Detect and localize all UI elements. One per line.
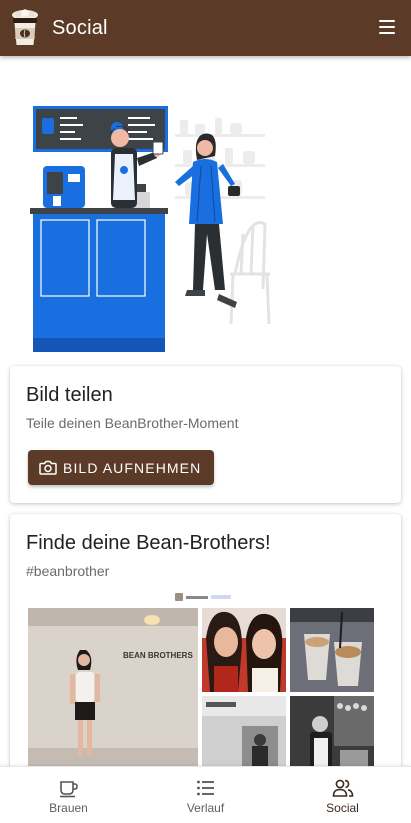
community-card-title: Finde deine Bean-Brothers!: [26, 532, 271, 554]
feed-avatar: [175, 593, 183, 601]
nav-item-social[interactable]: Social: [274, 767, 411, 823]
feed-photo-large[interactable]: BEAN BROTHERS: [28, 608, 198, 766]
camera-icon: [39, 460, 57, 475]
feed-photo-coffee[interactable]: [290, 608, 374, 692]
bottom-navigation: Brauen Verlauf Social: [0, 766, 411, 823]
coffee-cup-logo-icon: [12, 9, 38, 45]
feed-photo-barista[interactable]: [290, 696, 374, 766]
take-photo-button-label: BILD AUFNEHMEN: [63, 459, 202, 476]
nav-item-brauen[interactable]: Brauen: [0, 767, 137, 823]
wall-sign-text: BEAN BROTHERS: [123, 651, 193, 660]
community-card: Finde deine Bean-Brothers! #beanbrother …: [10, 514, 401, 766]
nav-label-social: Social: [326, 801, 359, 815]
feed-photo-monochrome[interactable]: [202, 696, 286, 766]
share-card-subtitle: Teile deinen BeanBrother-Moment: [26, 415, 239, 431]
nav-label-verlauf: Verlauf: [186, 801, 225, 815]
take-photo-button[interactable]: BILD AUFNEHMEN: [28, 450, 214, 485]
feed-photo-selfie[interactable]: [202, 608, 286, 692]
nav-label-brauen: Brauen: [49, 801, 88, 815]
nav-item-verlauf[interactable]: Verlauf: [137, 767, 274, 823]
share-photo-card: Bild teilen Teile deinen BeanBrother-Mom…: [10, 366, 401, 503]
community-hashtag: #beanbrother: [26, 563, 110, 579]
list-icon: [196, 780, 214, 796]
hamburger-menu-icon[interactable]: [379, 20, 395, 34]
people-icon: [332, 779, 353, 797]
instagram-feed-preview[interactable]: BEAN BROTHERS: [27, 588, 376, 766]
main-content: Bild teilen Teile deinen BeanBrother-Mom…: [0, 56, 411, 766]
barista-illustration: [30, 106, 271, 352]
feed-username-placeholder: [186, 595, 208, 599]
coffee-cup-icon: [59, 781, 78, 798]
page-title: Social: [52, 16, 108, 39]
share-card-title: Bild teilen: [26, 384, 113, 406]
feed-header: [175, 592, 235, 602]
app-bar: Social: [0, 0, 411, 56]
feed-follow-placeholder: [211, 595, 231, 599]
